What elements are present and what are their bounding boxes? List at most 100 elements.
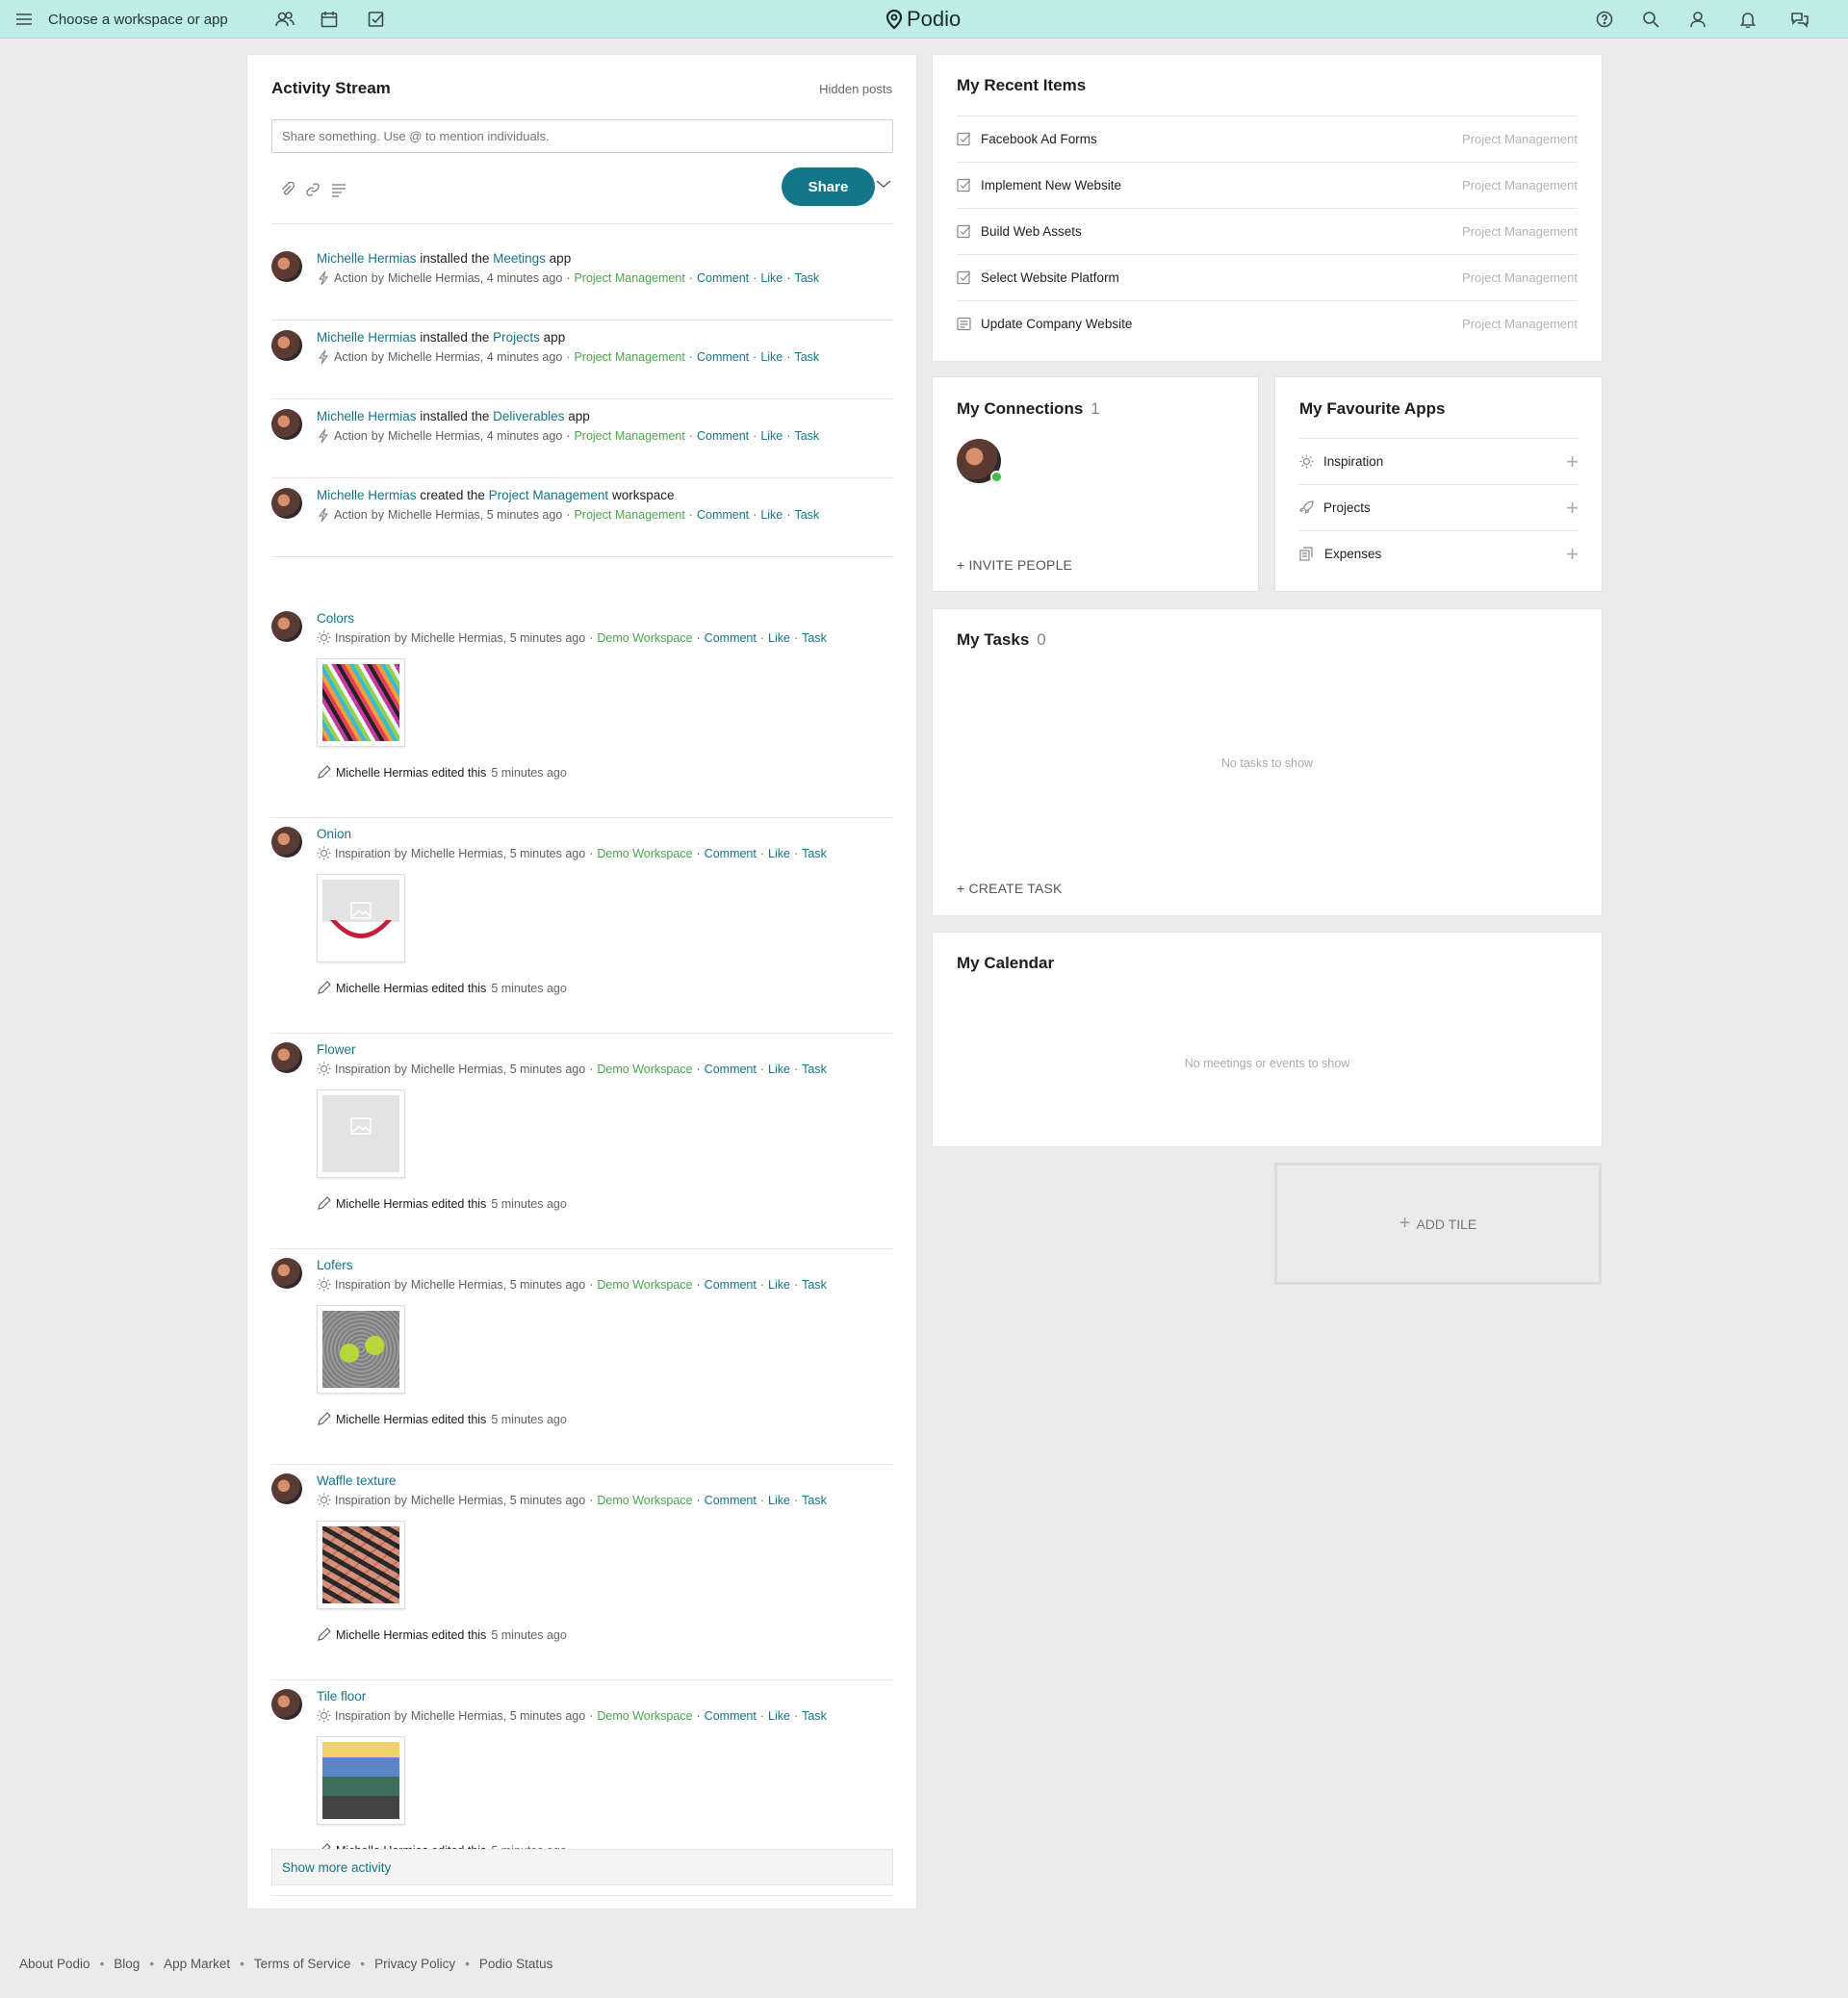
item-thumbnail[interactable] [317,1736,405,1825]
footer-link[interactable]: App Market [164,1957,230,1971]
recent-item[interactable]: Implement New Website Project Management [957,162,1578,208]
add-item-plus-icon[interactable]: + [1566,449,1578,474]
help-icon[interactable] [1596,0,1613,38]
comment-link[interactable]: Comment [697,429,749,443]
profile-icon[interactable] [1689,0,1707,38]
add-item-plus-icon[interactable]: + [1566,496,1578,521]
invite-people-link[interactable]: + INVITE PEOPLE [957,557,1072,573]
search-icon[interactable] [1642,0,1659,38]
item-thumbnail[interactable] [317,874,405,962]
user-link[interactable]: Michelle Hermias [317,409,417,423]
like-link[interactable]: Like [768,1709,790,1723]
workspace-link[interactable]: Demo Workspace [597,1709,692,1723]
add-item-plus-icon[interactable]: + [1566,542,1578,567]
avatar[interactable] [271,409,302,440]
workspace-link[interactable]: Project Management [574,271,684,285]
comment-link[interactable]: Comment [705,847,757,860]
like-link[interactable]: Like [768,1278,790,1292]
footer-link[interactable]: About Podio [19,1957,90,1971]
target-link[interactable]: Meetings [493,251,546,266]
footer-link[interactable]: Podio Status [479,1957,553,1971]
comment-link[interactable]: Comment [705,631,757,645]
task-link[interactable]: Task [802,847,827,860]
item-thumbnail[interactable] [317,1089,405,1178]
item-title-link[interactable]: Tile floor [317,1689,366,1703]
task-link[interactable]: Task [802,1063,827,1076]
avatar[interactable] [271,1042,302,1073]
connection-avatar[interactable] [957,439,1003,483]
task-link[interactable]: Task [802,1494,827,1507]
workspace-link[interactable]: Project Management [574,429,684,443]
target-link[interactable]: Projects [493,330,540,345]
recent-item[interactable]: Facebook Ad Forms Project Management [957,115,1578,162]
avatar[interactable] [271,1473,302,1504]
item-title-link[interactable]: Onion [317,827,351,841]
footer-link[interactable]: Privacy Policy [374,1957,455,1971]
item-thumbnail[interactable] [317,1521,405,1609]
favourite-app-item[interactable]: Inspiration + [1299,438,1578,484]
task-link[interactable]: Task [794,271,819,285]
footer-link[interactable]: Terms of Service [254,1957,351,1971]
menu-icon[interactable] [15,0,33,38]
recent-item[interactable]: Select Website Platform Project Managemen… [957,254,1578,300]
like-link[interactable]: Like [760,350,783,364]
share-button[interactable]: Share [782,167,875,206]
workspace-link[interactable]: Project Management [574,350,684,364]
like-link[interactable]: Like [768,1494,790,1507]
avatar[interactable] [271,1258,302,1289]
avatar[interactable] [271,330,302,361]
user-link[interactable]: Michelle Hermias [317,330,417,345]
task-link[interactable]: Task [802,631,827,645]
workspace-link[interactable]: Demo Workspace [597,1063,692,1076]
add-tile-button[interactable]: + ADD TILE [1274,1163,1602,1285]
task-link[interactable]: Task [794,350,819,364]
comment-link[interactable]: Comment [705,1709,757,1723]
like-link[interactable]: Like [768,847,790,860]
item-title-link[interactable]: Waffle texture [317,1473,397,1488]
comment-link[interactable]: Comment [697,271,749,285]
create-task-link[interactable]: + CREATE TASK [957,881,1063,896]
like-link[interactable]: Like [768,1063,790,1076]
avatar[interactable] [271,611,302,642]
comment-link[interactable]: Comment [697,508,749,522]
workspace-link[interactable]: Project Management [574,508,684,522]
item-title-link[interactable]: Flower [317,1042,356,1057]
recent-item[interactable]: Build Web Assets Project Management [957,208,1578,254]
conversations-icon[interactable] [1790,0,1810,38]
target-link[interactable]: Project Management [489,488,609,502]
show-more-activity-button[interactable]: Show more activity [271,1849,893,1885]
footer-link[interactable]: Blog [114,1957,140,1971]
recent-item[interactable]: Update Company Website Project Management [957,300,1578,346]
comment-link[interactable]: Comment [705,1494,757,1507]
workspace-link[interactable]: Demo Workspace [597,1278,692,1292]
text-format-icon[interactable] [330,182,347,200]
contacts-icon[interactable] [275,0,295,38]
comment-link[interactable]: Comment [705,1063,757,1076]
workspace-link[interactable]: Demo Workspace [597,631,692,645]
task-link[interactable]: Task [794,429,819,443]
share-input[interactable] [271,119,893,153]
calendar-icon[interactable] [321,0,338,38]
workspace-switcher[interactable]: Choose a workspace or app [48,0,228,38]
workspace-link[interactable]: Demo Workspace [597,1494,692,1507]
favourite-app-item[interactable]: Expenses + [1299,530,1578,576]
item-thumbnail[interactable] [317,658,405,747]
user-link[interactable]: Michelle Hermias [317,251,417,266]
hidden-posts-link[interactable]: Hidden posts [819,82,892,96]
like-link[interactable]: Like [760,429,783,443]
task-link[interactable]: Task [794,508,819,522]
task-link[interactable]: Task [802,1278,827,1292]
link-icon[interactable] [305,182,321,200]
avatar[interactable] [271,488,302,519]
comment-link[interactable]: Comment [697,350,749,364]
tasks-icon[interactable] [368,0,385,38]
like-link[interactable]: Like [760,508,783,522]
target-link[interactable]: Deliverables [493,409,564,423]
attachment-icon[interactable] [280,181,295,200]
item-title-link[interactable]: Colors [317,611,354,626]
favourite-app-item[interactable]: Projects + [1299,484,1578,530]
task-link[interactable]: Task [802,1709,827,1723]
avatar[interactable] [271,251,302,282]
like-link[interactable]: Like [760,271,783,285]
item-thumbnail[interactable] [317,1305,405,1394]
